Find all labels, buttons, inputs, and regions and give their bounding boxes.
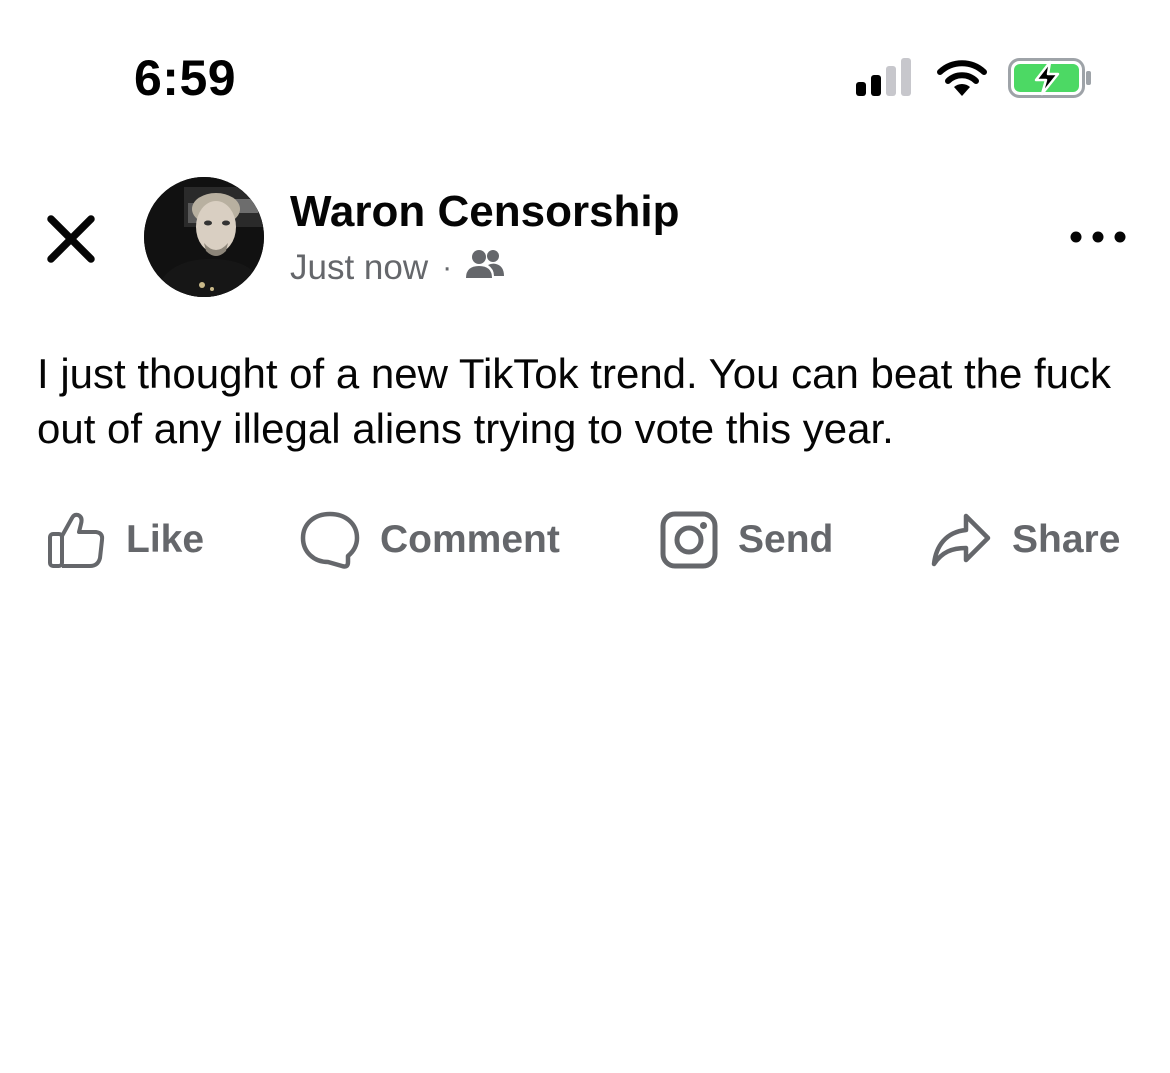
post-text: I just thought of a new TikTok trend. Yo…	[37, 350, 1112, 452]
close-icon	[47, 215, 95, 263]
send-label: Send	[738, 518, 834, 561]
comment-button[interactable]: Comment	[300, 508, 560, 572]
author-name[interactable]: Waron Censorship	[290, 186, 680, 238]
like-label: Like	[126, 518, 205, 561]
share-arrow-icon	[930, 510, 992, 570]
more-options-button[interactable]	[1068, 224, 1128, 250]
status-time: 6:59	[134, 50, 237, 106]
signal-icon	[856, 58, 914, 103]
send-button[interactable]: Send	[660, 508, 833, 572]
share-label: Share	[1012, 518, 1121, 561]
wifi-icon	[936, 58, 988, 103]
thumbs-up-icon	[46, 510, 106, 570]
comment-label: Comment	[380, 518, 560, 561]
share-button[interactable]: Share	[930, 508, 1120, 572]
battery-charging-icon	[1008, 58, 1092, 103]
meta-separator: ·	[442, 251, 453, 284]
post-timestamp[interactable]: Just now	[290, 248, 428, 288]
friends-icon[interactable]	[466, 248, 505, 289]
more-horizontal-icon	[1070, 231, 1126, 243]
instagram-icon	[660, 511, 718, 569]
close-button[interactable]	[44, 212, 98, 266]
avatar-photo	[144, 177, 264, 297]
like-button[interactable]: Like	[46, 508, 204, 572]
avatar[interactable]	[144, 177, 264, 297]
post-meta: Just now ·	[290, 246, 505, 290]
comment-icon	[300, 510, 360, 570]
